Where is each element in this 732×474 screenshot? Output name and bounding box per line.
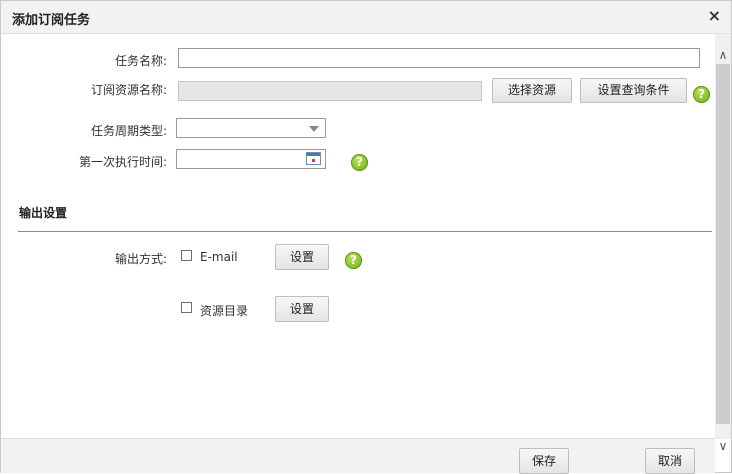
task-name-input[interactable] bbox=[178, 48, 700, 68]
select-resource-button[interactable]: 选择资源 bbox=[492, 78, 572, 103]
help-icon[interactable]: ? bbox=[351, 154, 368, 171]
output-method-label: 输出方式: bbox=[114, 252, 167, 266]
first-exec-input[interactable] bbox=[176, 149, 326, 169]
section-divider bbox=[18, 231, 712, 232]
scroll-down-icon[interactable]: ∨ bbox=[715, 437, 731, 455]
period-type-label: 任务周期类型: bbox=[90, 124, 167, 138]
scroll-up-icon[interactable]: ∧ bbox=[715, 46, 731, 64]
dialog-footer: 保存 取消 bbox=[1, 438, 715, 474]
email-settings-button[interactable]: 设置 bbox=[275, 244, 329, 270]
email-checkbox[interactable] bbox=[181, 250, 192, 261]
save-button[interactable]: 保存 bbox=[519, 448, 569, 474]
close-icon[interactable]: × bbox=[708, 7, 721, 25]
chevron-down-icon bbox=[309, 126, 319, 132]
add-subscription-dialog: 添加订阅任务 × 任务名称: 订阅资源名称: 选择资源 设置查询条件 ? 任务周… bbox=[0, 0, 732, 474]
resource-dir-label: 资源目录 bbox=[200, 304, 249, 318]
resource-name-label: 订阅资源名称: bbox=[90, 83, 167, 97]
first-exec-label: 第一次执行时间: bbox=[78, 155, 167, 169]
dialog-titlebar: 添加订阅任务 × bbox=[1, 1, 731, 34]
resource-dir-settings-button[interactable]: 设置 bbox=[275, 296, 329, 322]
help-icon[interactable]: ? bbox=[693, 86, 710, 103]
scrollbar-thumb[interactable] bbox=[716, 64, 730, 424]
dialog-title: 添加订阅任务 bbox=[12, 13, 91, 28]
email-label: E-mail bbox=[200, 250, 238, 264]
task-name-label: 任务名称: bbox=[114, 54, 167, 68]
resource-name-input bbox=[178, 81, 482, 101]
output-settings-title: 输出设置 bbox=[19, 206, 68, 220]
resource-dir-checkbox[interactable] bbox=[181, 302, 192, 313]
set-query-button[interactable]: 设置查询条件 bbox=[580, 78, 687, 103]
cancel-button[interactable]: 取消 bbox=[645, 448, 695, 474]
vertical-scrollbar[interactable]: ∧ ∨ bbox=[715, 34, 731, 453]
calendar-icon[interactable] bbox=[306, 152, 321, 165]
help-icon[interactable]: ? bbox=[345, 252, 362, 269]
period-type-select[interactable] bbox=[176, 118, 326, 138]
